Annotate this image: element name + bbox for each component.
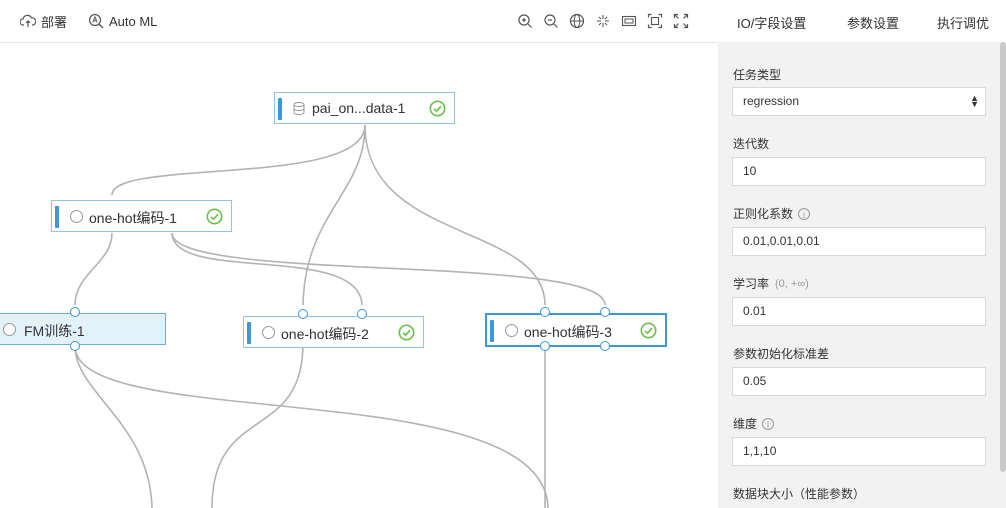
iterations-label: 迭代数	[733, 137, 770, 151]
node-onehot-3[interactable]: one-hot编码-3	[485, 313, 667, 347]
node-label: one-hot编码-2	[281, 326, 369, 342]
workflow-canvas[interactable]: pai_on...data-1 one-hot编码-1 FM训练-1 one-h…	[0, 43, 718, 508]
task-type-select[interactable]: regression ▲ ▼	[732, 87, 986, 116]
node-status-bar	[55, 206, 59, 228]
node-type-icon	[262, 326, 275, 339]
node-status-bar	[278, 98, 282, 120]
node-label: FM训练-1	[24, 323, 85, 339]
automl-label: Auto ML	[109, 13, 158, 29]
deploy-label: 部署	[41, 14, 68, 30]
node-status-bar	[247, 322, 251, 344]
node-label: one-hot编码-1	[89, 210, 177, 226]
node-type-icon	[3, 323, 16, 336]
learning-rate-hint: (0, +∞)	[775, 277, 809, 290]
zoom-in-icon[interactable]	[517, 13, 533, 29]
node-onehot-1[interactable]: one-hot编码-1	[51, 200, 232, 232]
iterations-input[interactable]: 10	[732, 157, 986, 186]
learning-rate-label-row: 学习率 (0, +∞)	[733, 275, 809, 292]
output-port[interactable]	[540, 341, 550, 351]
globe-icon[interactable]	[569, 13, 585, 29]
property-panel: IO/字段设置 参数设置 执行调优 任务类型 regression ▲ ▼ 迭代数…	[718, 0, 1006, 508]
database-icon	[293, 102, 305, 115]
block-size-label: 数据块大小（性能参数）	[733, 487, 866, 501]
deploy-button[interactable]: 部署	[20, 12, 67, 30]
task-type-label: 任务类型	[733, 68, 782, 82]
input-port[interactable]	[357, 309, 367, 319]
full-view-icon[interactable]	[595, 13, 611, 29]
node-type-icon	[70, 210, 83, 223]
panel-scrollbar[interactable]	[1000, 42, 1006, 472]
tab-io-settings[interactable]: IO/字段设置	[737, 13, 806, 32]
cloud-upload-icon	[20, 14, 36, 27]
node-status-bar	[490, 320, 494, 342]
output-port[interactable]	[600, 341, 610, 351]
learning-rate-input[interactable]: 0.01	[732, 297, 986, 326]
dimension-input[interactable]: 1,1,10	[732, 437, 986, 466]
automl-icon	[88, 13, 104, 29]
input-port[interactable]	[540, 307, 550, 317]
node-label: pai_on...data-1	[312, 100, 406, 116]
info-icon[interactable]: i	[798, 207, 811, 220]
minimap-icon[interactable]	[621, 13, 637, 29]
select-arrows-icon: ▲ ▼	[970, 93, 979, 109]
init-std-input[interactable]: 0.05	[732, 367, 986, 396]
node-fm-train[interactable]: FM训练-1	[0, 313, 166, 345]
fit-canvas-icon[interactable]	[647, 13, 663, 29]
learning-rate-label: 学习率	[733, 277, 770, 291]
dimension-label-row: 维度 i	[733, 415, 775, 432]
success-check-icon	[640, 322, 657, 339]
panel-tabs: IO/字段设置 参数设置 执行调优	[718, 0, 1006, 42]
success-check-icon	[206, 208, 223, 225]
node-data-source[interactable]: pai_on...data-1	[274, 92, 455, 124]
node-label: one-hot编码-3	[524, 324, 612, 340]
input-port[interactable]	[600, 307, 610, 317]
task-type-value: regression	[743, 94, 800, 108]
success-check-icon	[429, 100, 446, 117]
param-form: 任务类型 regression ▲ ▼ 迭代数 10 正则化系数 i 0.01,0…	[718, 42, 1006, 508]
regularization-label: 正则化系数	[733, 207, 794, 221]
info-icon[interactable]: i	[762, 417, 775, 430]
output-port[interactable]	[70, 341, 80, 351]
success-check-icon	[398, 324, 415, 341]
tab-param-settings[interactable]: 参数设置	[847, 13, 899, 32]
canvas-toolbar: 部署 Auto ML	[0, 0, 718, 43]
node-type-icon	[505, 324, 518, 337]
init-std-label: 参数初始化标准差	[733, 347, 830, 361]
regularization-input[interactable]: 0.01,0.01,0.01	[732, 227, 986, 256]
zoom-out-icon[interactable]	[543, 13, 559, 29]
regularization-label-row: 正则化系数 i	[733, 205, 811, 222]
node-onehot-2[interactable]: one-hot编码-2	[243, 316, 424, 348]
fullscreen-icon[interactable]	[673, 13, 689, 29]
input-port[interactable]	[70, 307, 80, 317]
input-port[interactable]	[298, 309, 308, 319]
tab-tuning[interactable]: 执行调优	[937, 13, 989, 32]
automl-button[interactable]: Auto ML	[88, 12, 157, 30]
dimension-label: 维度	[733, 417, 758, 431]
